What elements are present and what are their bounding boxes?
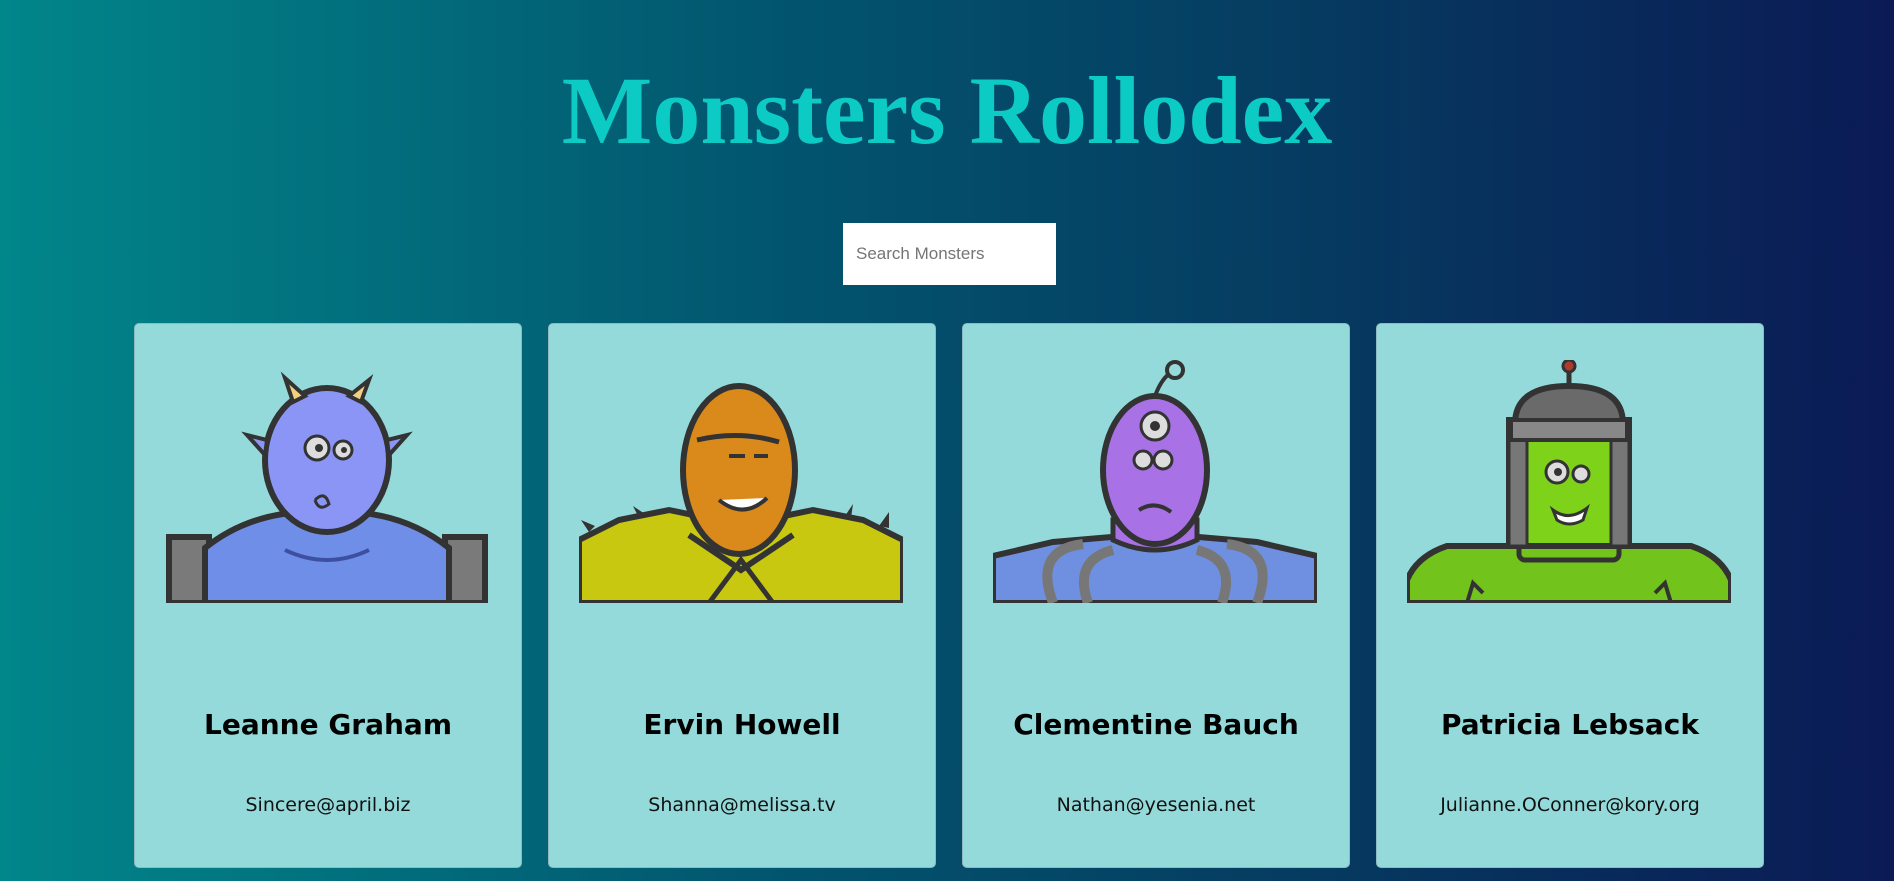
- monster-card[interactable]: Leanne Graham Sincere@april.biz: [134, 323, 522, 868]
- green-helmet-robot-avatar: [1407, 360, 1731, 603]
- monster-email: Sincere@april.biz: [245, 794, 411, 816]
- blue-horned-monster-avatar: [166, 371, 488, 603]
- monster-card[interactable]: Patricia Lebsack Julianne.OConner@kory.o…: [1376, 323, 1764, 868]
- search-input[interactable]: [843, 223, 1056, 285]
- monster-card[interactable]: Ervin Howell Shanna@melissa.tv: [548, 323, 936, 868]
- page-bottom-edge: [0, 881, 1894, 891]
- monster-name: Ervin Howell: [643, 708, 841, 741]
- monster-name: Clementine Bauch: [1013, 708, 1299, 741]
- orange-spiky-monster-avatar: [579, 383, 903, 603]
- monster-name: Leanne Graham: [203, 708, 453, 741]
- monster-email: Nathan@yesenia.net: [1056, 794, 1256, 816]
- monster-card[interactable]: Clementine Bauch Nathan@yesenia.net: [962, 323, 1350, 868]
- card-list: Leanne Graham Sincere@april.biz Ervin Ho…: [0, 323, 1894, 868]
- monster-email: Julianne.OConner@kory.org: [1440, 794, 1700, 816]
- monster-name: Patricia Lebsack: [1441, 708, 1699, 741]
- page-title: Monsters Rollodex: [561, 57, 1333, 164]
- purple-cyclops-robot-avatar: [993, 360, 1317, 603]
- monster-email: Shanna@melissa.tv: [648, 794, 836, 816]
